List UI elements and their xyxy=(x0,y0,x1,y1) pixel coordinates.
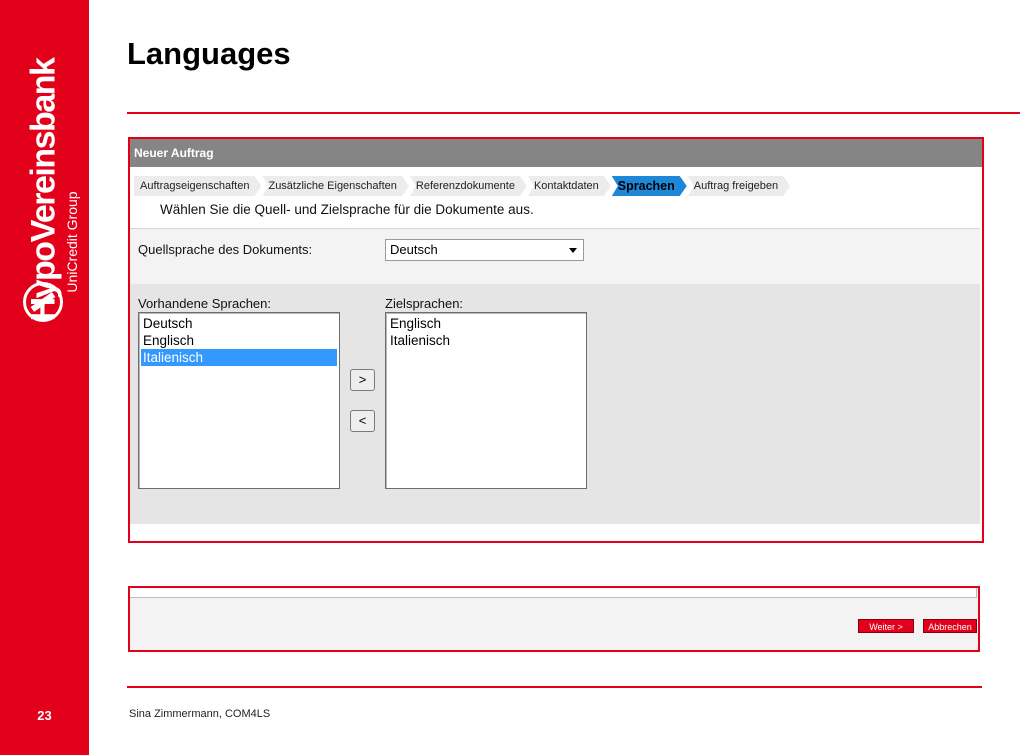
available-languages-list[interactable]: Deutsch Englisch Italienisch xyxy=(138,312,340,489)
instruction-text: Wählen Sie die Quell- und Zielsprache fü… xyxy=(160,202,534,217)
slide-title: Languages xyxy=(127,36,291,71)
step-auftrag-freigeben[interactable]: Auftrag freigeben xyxy=(688,176,790,196)
step-auftragseigenschaften[interactable]: Auftragseigenschaften xyxy=(134,176,261,196)
add-language-button[interactable]: > xyxy=(350,369,375,391)
source-language-row: Quellsprache des Dokuments: Deutsch xyxy=(130,228,980,285)
page-number: 23 xyxy=(37,708,52,723)
list-item[interactable]: Englisch xyxy=(388,315,584,332)
source-language-value: Deutsch xyxy=(390,242,438,257)
target-languages-list[interactable]: Englisch Italienisch xyxy=(385,312,587,489)
brand-emblem-icon xyxy=(23,282,63,322)
footer-panel-edge xyxy=(130,588,977,598)
list-item[interactable]: Deutsch xyxy=(141,315,337,332)
window-title: Neuer Auftrag xyxy=(130,139,982,167)
footer-author: Sina Zimmermann, COM4LS xyxy=(129,708,271,720)
source-language-select[interactable]: Deutsch xyxy=(385,239,584,261)
cancel-button[interactable]: Abbrechen xyxy=(923,619,977,633)
list-item-selected[interactable]: Italienisch xyxy=(141,349,337,366)
chevron-down-icon xyxy=(569,248,577,253)
order-wizard-window: Neuer Auftrag Auftragseigenschaften Zusä… xyxy=(128,137,984,543)
language-selection-area: Vorhandene Sprachen: Zielsprachen: Deuts… xyxy=(130,284,980,524)
footer-divider xyxy=(127,686,982,688)
title-divider xyxy=(127,112,1020,114)
target-languages-label: Zielsprachen: xyxy=(385,296,464,311)
list-item[interactable]: Englisch xyxy=(141,332,337,349)
step-kontaktdaten[interactable]: Kontaktdaten xyxy=(528,176,611,196)
step-referenzdokumente[interactable]: Referenzdokumente xyxy=(410,176,527,196)
wizard-steps: Auftragseigenschaften Zusätzliche Eigens… xyxy=(134,176,791,196)
source-language-label: Quellsprache des Dokuments: xyxy=(138,242,313,257)
wizard-footer-window: Weiter > Abbrechen xyxy=(128,586,980,652)
brand-group: UniCredit Group xyxy=(64,191,80,293)
brand-logo: HypoVereinsbank UniCredit Group xyxy=(0,20,89,322)
next-button[interactable]: Weiter > xyxy=(858,619,914,633)
step-sprachen[interactable]: Sprachen xyxy=(612,176,687,196)
remove-language-button[interactable]: < xyxy=(350,410,375,432)
brand-sidebar: HypoVereinsbank UniCredit Group 23 xyxy=(0,0,89,755)
available-languages-label: Vorhandene Sprachen: xyxy=(138,296,271,311)
step-zusaetzliche-eigenschaften[interactable]: Zusätzliche Eigenschaften xyxy=(262,176,408,196)
list-item[interactable]: Italienisch xyxy=(388,332,584,349)
